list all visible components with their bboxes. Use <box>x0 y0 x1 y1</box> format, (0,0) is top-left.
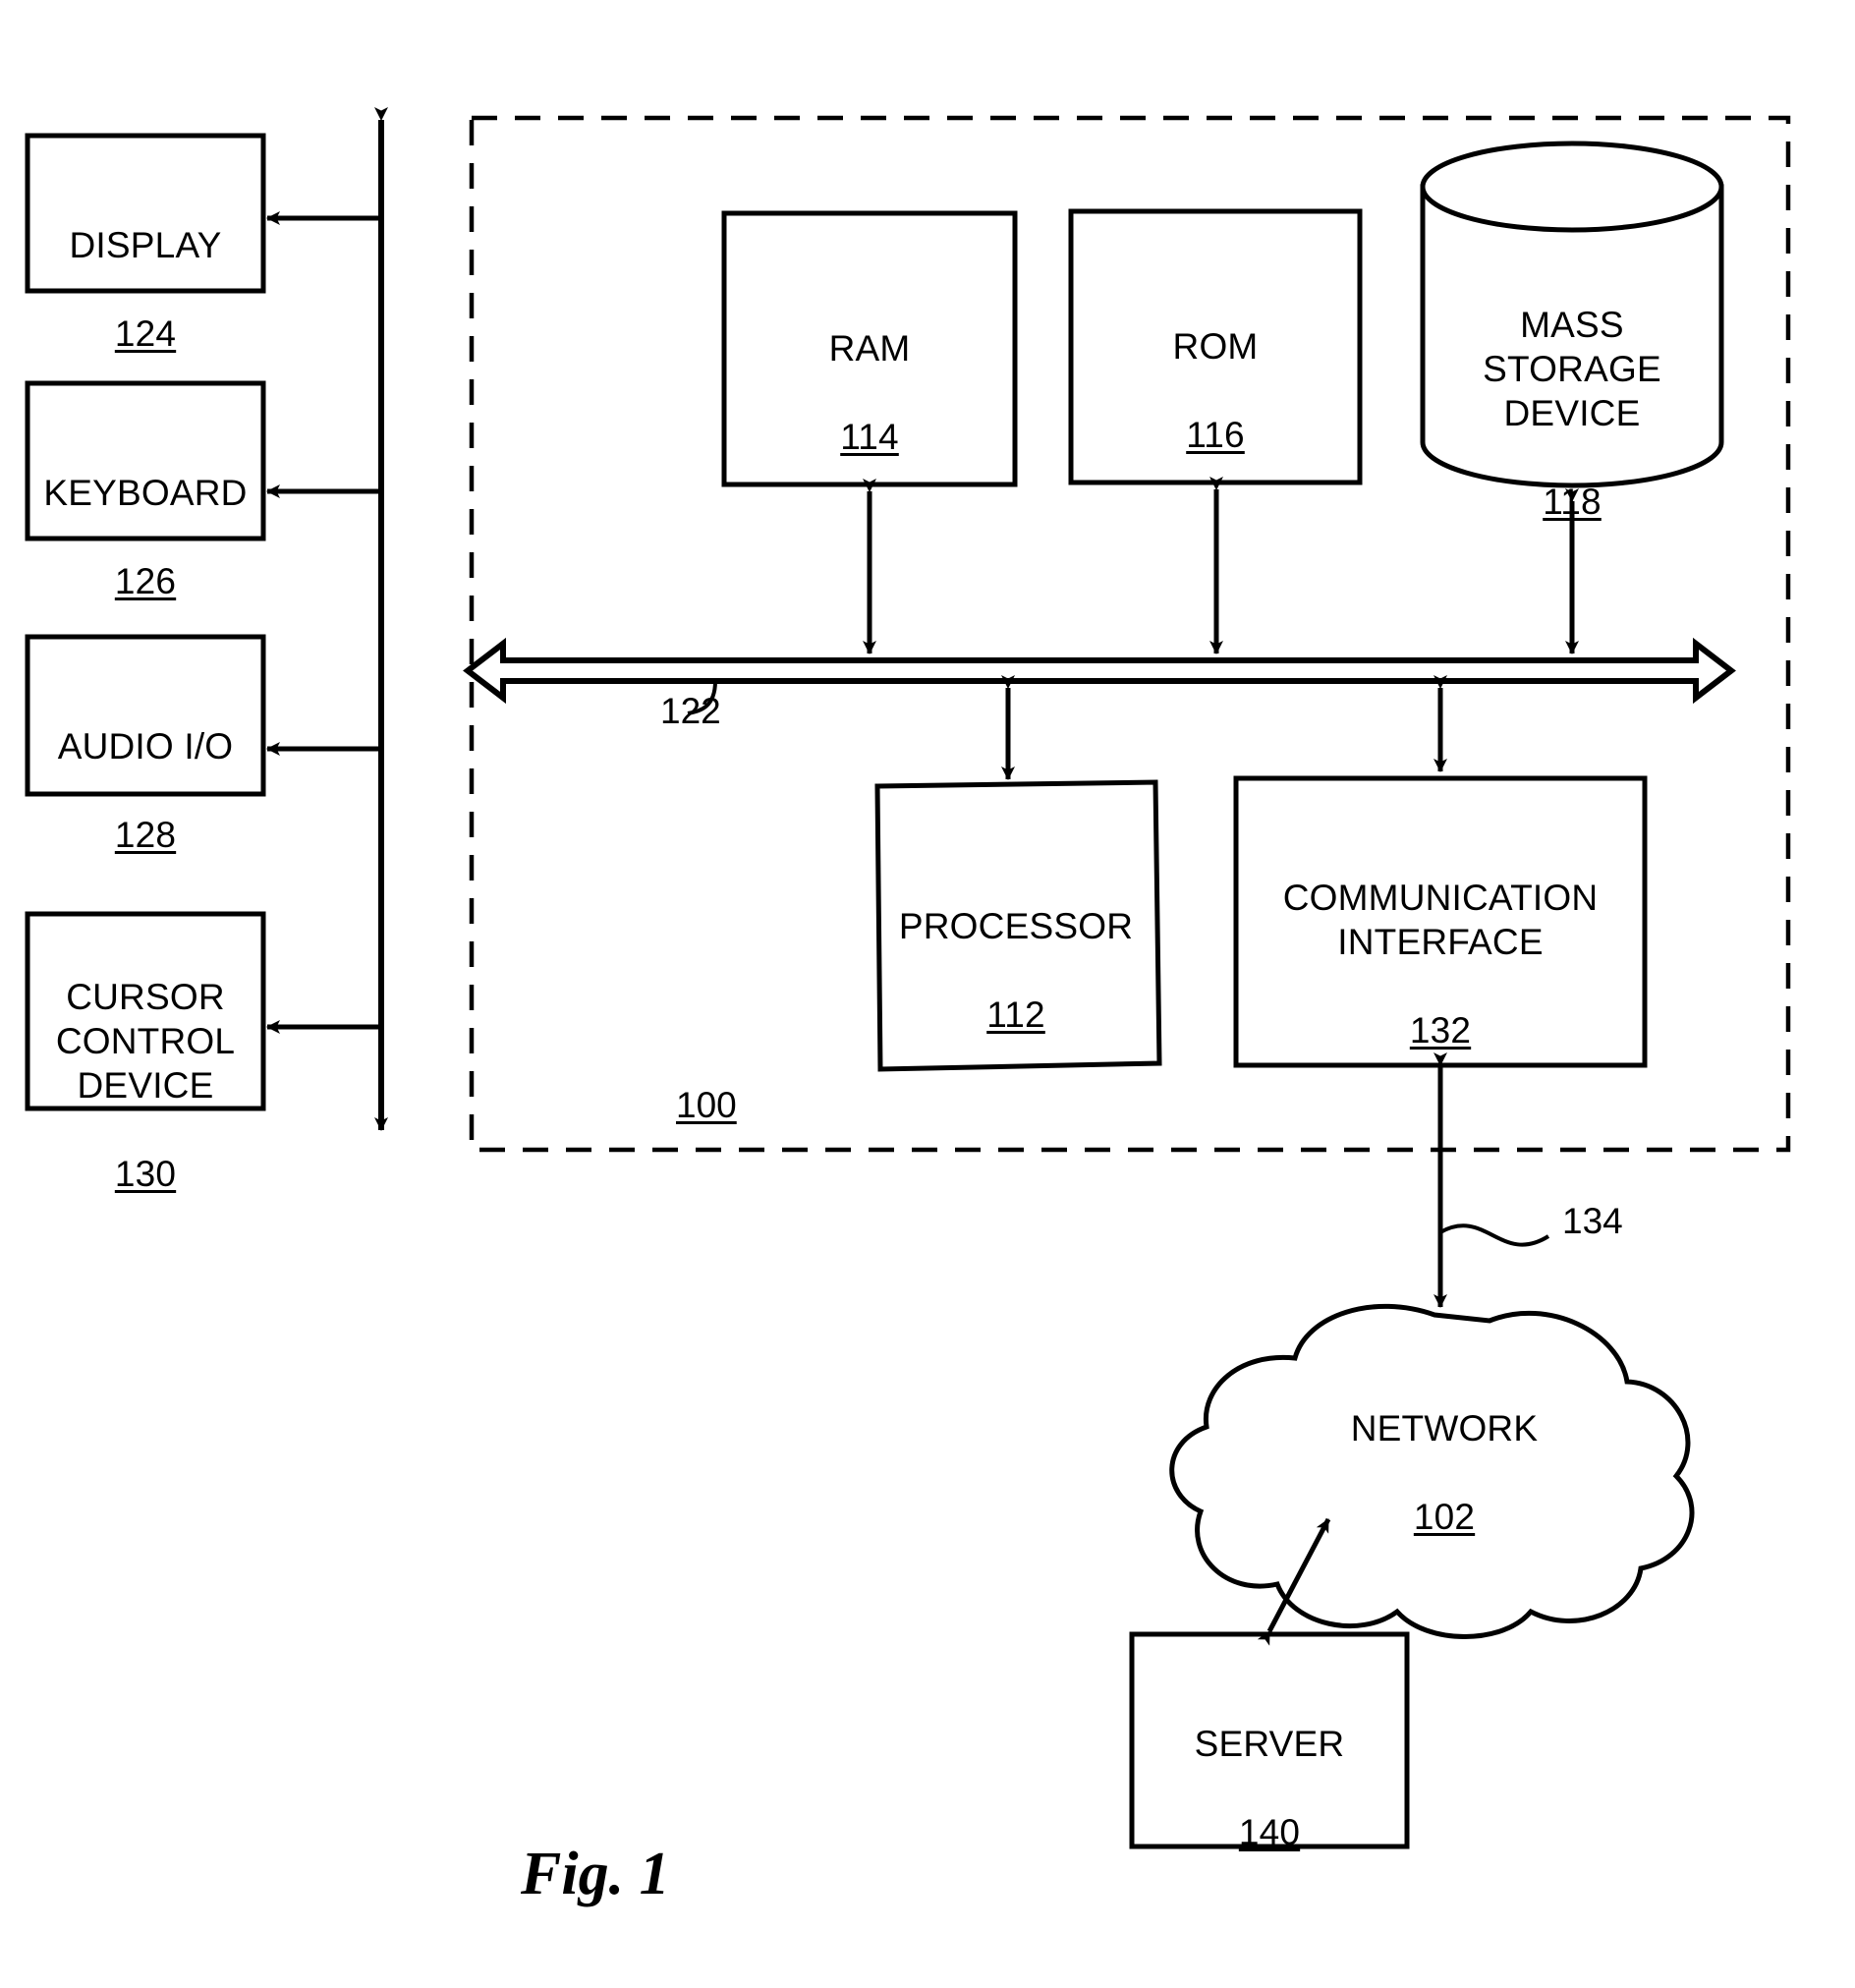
mass-storage-device-block-ref: 118 <box>1543 482 1602 522</box>
ram-block: RAM 114 <box>724 282 1015 459</box>
processor-block: PROCESSOR 112 <box>872 860 1159 1037</box>
audio-io-block-ref: 128 <box>114 815 177 855</box>
network-link-reference-numeral: 134 <box>1562 1201 1623 1241</box>
communication-interface-block-name: COMMUNICATION INTERFACE <box>1282 878 1599 962</box>
keyboard-block: KEYBOARD 126 <box>20 426 271 603</box>
display-block-ref: 124 <box>114 313 177 354</box>
display-block: DISPLAY 124 <box>28 179 263 356</box>
figure-caption: Fig. 1 <box>521 1841 670 1907</box>
rom-block-name: ROM <box>1172 326 1259 367</box>
network-cloud-ref: 102 <box>1413 1497 1476 1537</box>
ram-block-name: RAM <box>828 328 911 369</box>
rom-block: ROM 116 <box>1071 280 1360 457</box>
bus-reference-numeral: 122 <box>660 691 721 731</box>
communication-interface-block: COMMUNICATION INTERFACE 132 <box>1236 831 1645 1052</box>
network-cloud-name: NETWORK <box>1350 1408 1539 1448</box>
communication-interface-block-ref: 132 <box>1409 1010 1472 1051</box>
display-block-name: DISPLAY <box>69 225 222 265</box>
mass-storage-device-block-name: MASS STORAGE DEVICE <box>1483 305 1661 433</box>
server-block: SERVER 140 <box>1132 1677 1407 1854</box>
system-bus-bar <box>463 637 1736 705</box>
keyboard-block-name: KEYBOARD <box>43 473 248 513</box>
network-cloud: NETWORK 102 <box>1307 1362 1582 1539</box>
rom-block-ref: 116 <box>1186 415 1245 455</box>
system-reference-numeral: 100 <box>676 1085 737 1125</box>
audio-io-block-name: AUDIO I/O <box>57 726 234 767</box>
keyboard-block-ref: 126 <box>114 561 177 601</box>
audio-io-block: AUDIO I/O 128 <box>28 680 263 857</box>
server-block-name: SERVER <box>1194 1724 1345 1764</box>
processor-block-ref: 112 <box>986 994 1045 1035</box>
server-block-ref: 140 <box>1238 1812 1301 1852</box>
patent-figure-page: DISPLAY 124 KEYBOARD 126 AUDIO I/O 128 C… <box>0 0 1855 1988</box>
network-link-leader <box>1439 1223 1550 1247</box>
mass-storage-device-block: MASS STORAGE DEVICE 118 <box>1423 258 1721 524</box>
processor-block-name: PROCESSOR <box>898 906 1134 946</box>
cursor-control-device-block: CURSOR CONTROL DEVICE 130 <box>28 931 263 1196</box>
cursor-control-device-block-name: CURSOR CONTROL DEVICE <box>55 977 236 1106</box>
ram-block-ref: 114 <box>840 417 899 457</box>
cursor-control-device-block-ref: 130 <box>114 1154 177 1194</box>
